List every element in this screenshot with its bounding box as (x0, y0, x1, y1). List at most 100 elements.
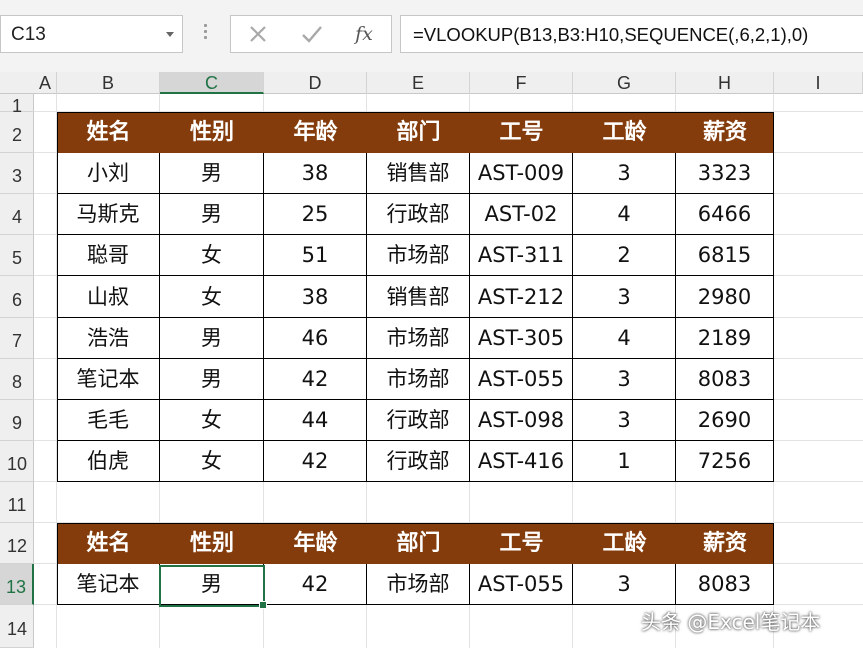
table-cell[interactable]: 市场部 (367, 359, 470, 400)
column-header-f[interactable]: F (470, 72, 573, 94)
table-cell[interactable]: 男 (160, 153, 264, 194)
table-cell[interactable]: 男 (160, 194, 264, 235)
row-header-2[interactable]: 2 (0, 112, 34, 153)
table-cell[interactable]: 女 (160, 441, 264, 482)
lookup-header-cell[interactable]: 性别 (160, 523, 264, 564)
lookup-cell[interactable]: AST-055 (470, 564, 573, 605)
lookup-header-cell[interactable]: 年龄 (264, 523, 367, 564)
lookup-header-cell[interactable]: 姓名 (57, 523, 160, 564)
drag-handle-icon[interactable] (204, 24, 207, 44)
table-cell[interactable]: 2189 (676, 318, 774, 359)
table-cell[interactable]: 伯虎 (57, 441, 160, 482)
column-header-h[interactable]: H (676, 72, 774, 94)
table-cell[interactable]: 42 (264, 441, 367, 482)
table-cell[interactable]: 行政部 (367, 400, 470, 441)
table-header-cell[interactable]: 工号 (470, 112, 573, 153)
table-cell[interactable]: 38 (264, 276, 367, 318)
fill-handle[interactable] (259, 601, 267, 609)
check-icon[interactable] (297, 20, 327, 48)
insert-function-button[interactable]: fx (349, 20, 379, 48)
table-cell[interactable]: 6815 (676, 235, 774, 276)
table-cell[interactable]: 聪哥 (57, 235, 160, 276)
table-cell[interactable]: AST-212 (470, 276, 573, 318)
table-cell[interactable]: 3 (573, 276, 676, 318)
table-cell[interactable]: AST-311 (470, 235, 573, 276)
row-header-10[interactable]: 10 (0, 441, 34, 482)
table-cell[interactable]: 1 (573, 441, 676, 482)
row-header-7[interactable]: 7 (0, 318, 34, 359)
row-header-6[interactable]: 6 (0, 276, 34, 318)
table-header-cell[interactable]: 工龄 (573, 112, 676, 153)
row-header-1[interactable]: 1 (0, 94, 34, 116)
lookup-cell[interactable]: 市场部 (367, 564, 470, 605)
table-cell[interactable]: 市场部 (367, 235, 470, 276)
table-header-cell[interactable]: 姓名 (57, 112, 160, 153)
table-cell[interactable]: 2690 (676, 400, 774, 441)
lookup-header-cell[interactable]: 部门 (367, 523, 470, 564)
row-header-9[interactable]: 9 (0, 400, 34, 441)
column-header-d[interactable]: D (264, 72, 367, 94)
table-cell[interactable]: 3 (573, 153, 676, 194)
table-cell[interactable]: 行政部 (367, 441, 470, 482)
table-cell[interactable]: AST-02 (470, 194, 573, 235)
formula-bar[interactable]: =VLOOKUP(B13,B3:H10,SEQUENCE(,6,2,1),0) (400, 15, 863, 53)
column-header-a[interactable]: A (34, 72, 57, 94)
table-cell[interactable]: 女 (160, 235, 264, 276)
table-header-cell[interactable]: 薪资 (676, 112, 774, 153)
name-box[interactable]: C13 (0, 15, 183, 53)
table-cell[interactable]: 女 (160, 276, 264, 318)
table-cell[interactable]: 4 (573, 318, 676, 359)
row-header-8[interactable]: 8 (0, 359, 34, 400)
column-header-b[interactable]: B (57, 72, 160, 94)
row-header-11[interactable]: 11 (0, 482, 34, 523)
table-cell[interactable]: 25 (264, 194, 367, 235)
lookup-cell[interactable]: 男 (160, 564, 264, 605)
table-cell[interactable]: 男 (160, 318, 264, 359)
column-header-e[interactable]: E (367, 72, 470, 94)
table-cell[interactable]: AST-416 (470, 441, 573, 482)
table-cell[interactable]: 3 (573, 359, 676, 400)
table-cell[interactable]: 3 (573, 400, 676, 441)
x-icon[interactable] (243, 20, 273, 48)
table-cell[interactable]: 马斯克 (57, 194, 160, 235)
table-cell[interactable]: 销售部 (367, 153, 470, 194)
lookup-cell[interactable]: 8083 (676, 564, 774, 605)
table-cell[interactable]: AST-305 (470, 318, 573, 359)
table-cell[interactable]: 销售部 (367, 276, 470, 318)
table-header-cell[interactable]: 性别 (160, 112, 264, 153)
lookup-cell[interactable]: 笔记本 (57, 564, 160, 605)
table-cell[interactable]: 2980 (676, 276, 774, 318)
table-cell[interactable]: 7256 (676, 441, 774, 482)
table-cell[interactable]: 山叔 (57, 276, 160, 318)
row-header-14[interactable]: 14 (0, 605, 34, 648)
table-header-cell[interactable]: 部门 (367, 112, 470, 153)
row-header-13[interactable]: 13 (0, 564, 34, 605)
lookup-header-cell[interactable]: 工号 (470, 523, 573, 564)
table-cell[interactable]: 女 (160, 400, 264, 441)
table-cell[interactable]: 毛毛 (57, 400, 160, 441)
table-cell[interactable]: 行政部 (367, 194, 470, 235)
table-cell[interactable]: AST-055 (470, 359, 573, 400)
row-header-3[interactable]: 3 (0, 153, 34, 194)
table-header-cell[interactable]: 年龄 (264, 112, 367, 153)
table-cell[interactable]: AST-098 (470, 400, 573, 441)
row-header-5[interactable]: 5 (0, 235, 34, 276)
row-header-12[interactable]: 12 (0, 523, 34, 564)
table-cell[interactable]: 6466 (676, 194, 774, 235)
table-cell[interactable]: 38 (264, 153, 367, 194)
row-header-4[interactable]: 4 (0, 194, 34, 235)
table-cell[interactable]: 51 (264, 235, 367, 276)
table-cell[interactable]: 46 (264, 318, 367, 359)
column-header-c[interactable]: C (160, 72, 264, 94)
chevron-down-icon[interactable] (166, 32, 174, 37)
column-header-g[interactable]: G (573, 72, 676, 94)
table-cell[interactable]: 男 (160, 359, 264, 400)
column-header-i[interactable]: I (774, 72, 863, 94)
lookup-cell[interactable]: 42 (264, 564, 367, 605)
table-cell[interactable]: 笔记本 (57, 359, 160, 400)
table-cell[interactable]: 3323 (676, 153, 774, 194)
table-cell[interactable]: 44 (264, 400, 367, 441)
table-cell[interactable]: 2 (573, 235, 676, 276)
table-cell[interactable]: 4 (573, 194, 676, 235)
lookup-cell[interactable]: 3 (573, 564, 676, 605)
